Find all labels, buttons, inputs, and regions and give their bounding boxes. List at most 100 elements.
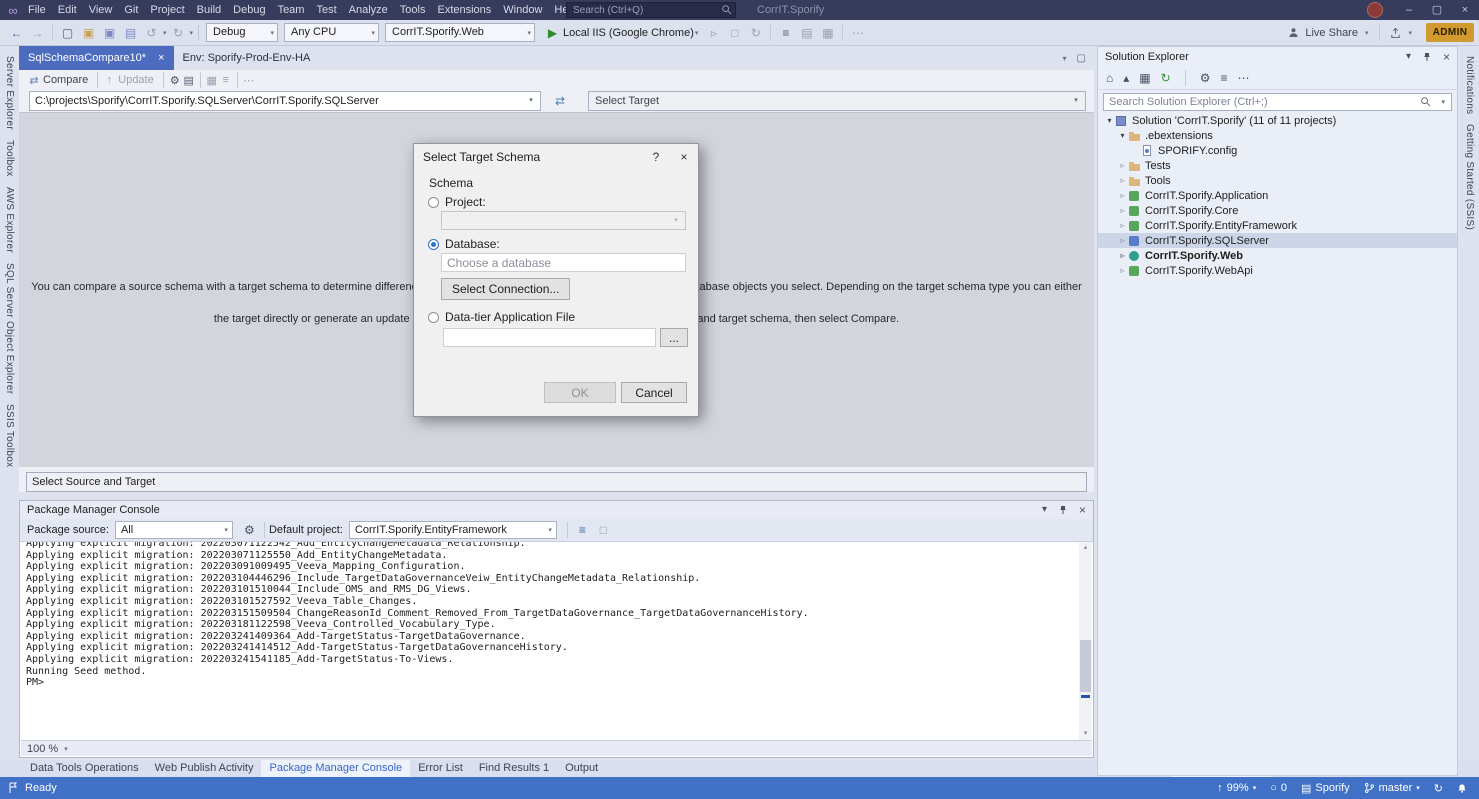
repository-indicator[interactable]: ▤ Sporify [1301,782,1350,795]
sync-icon[interactable]: ↻ [1434,782,1443,795]
redo-dropdown-icon[interactable]: ▾ [189,29,195,37]
tree-row[interactable]: Solution 'CorrIT.Sporify' (11 of 11 proj… [1098,113,1457,128]
close-tab-icon[interactable]: × [158,52,164,64]
tool-window-tab[interactable]: AWS Explorer [4,187,15,253]
show-all-files-icon[interactable]: ▦ [1139,71,1150,85]
tree-row[interactable]: CorrIT.Sporify.EntityFramework [1098,218,1457,233]
refresh-icon[interactable]: ↻ [1161,71,1171,85]
ok-button[interactable]: OK [544,382,616,403]
menu-item[interactable]: Project [144,4,190,16]
panel-tab[interactable]: Find Results 1 [471,760,557,777]
restart-icon[interactable]: ↻ [745,23,766,43]
expander-icon[interactable] [1117,266,1128,275]
branch-indicator[interactable]: master ▾ [1364,782,1420,794]
tree-row[interactable]: CorrIT.Sporify.WebApi [1098,263,1457,278]
menu-item[interactable]: Team [272,4,311,16]
search-options-icon[interactable]: ▾ [1441,98,1445,106]
clear-console-icon[interactable]: ≡ [572,520,593,540]
project-dropdown-disabled[interactable]: ▾ [441,211,686,230]
package-source-dropdown[interactable]: All ▾ [115,521,233,539]
update-button[interactable]: Update [118,74,153,86]
window-position-icon[interactable]: ▾ [1042,502,1047,518]
dialog-title-bar[interactable]: Select Target Schema ? × [414,144,698,170]
scroll-up-icon[interactable]: ▴ [1079,542,1092,554]
panel-tab[interactable]: Web Publish Activity [147,760,262,777]
expander-icon[interactable] [1117,251,1128,260]
startup-project-dropdown[interactable]: CorrIT.Sporify.Web▾ [385,23,535,42]
package-source-settings-gear-icon[interactable]: ⚙ [239,520,260,540]
home-icon[interactable]: ⌂ [1106,71,1113,85]
outline-icon[interactable]: ▦ [817,23,838,43]
tree-row[interactable]: Tools [1098,173,1457,188]
panel-tab[interactable]: Error List [410,760,471,777]
tool-window-tab[interactable]: Getting Started (SSIS) [1464,124,1475,230]
compare-button[interactable]: Compare [43,74,88,86]
menu-item[interactable]: View [83,4,119,16]
more-icon[interactable]: ⋯ [1237,71,1249,85]
tree-row[interactable]: Tests [1098,158,1457,173]
expander-icon[interactable] [1117,236,1128,245]
menu-item[interactable]: Tools [394,4,432,16]
undo-icon[interactable]: ↺ [141,23,162,43]
new-file-icon[interactable]: ▢ [57,23,78,43]
project-radio[interactable] [428,197,439,208]
compare-icon[interactable]: ⇄ [27,74,41,87]
menu-item[interactable]: File [22,4,52,16]
scroll-down-icon[interactable]: ▾ [1079,728,1092,740]
dacpac-radio[interactable] [428,312,439,323]
zoom-control[interactable]: 100 % ▾ [21,740,1092,756]
database-radio[interactable] [428,239,439,250]
save-icon[interactable]: ▣ [99,23,120,43]
source-schema-dropdown[interactable]: C:\projects\Sporify\CorrIT.Sporify.SQLSe… [29,91,541,111]
xml-doc-icon[interactable]: ▤ [796,23,817,43]
menu-item[interactable]: Window [497,4,548,16]
start-debugging-button[interactable]: ▶ Local IIS (Google Chrome) ▾ [542,23,699,43]
database-radio-row[interactable]: Database: [428,237,500,251]
stop-icon[interactable]: □ [724,23,745,43]
chevron-down-icon[interactable]: ▾ [1364,29,1370,37]
pending-changes[interactable]: ○ 0 [1270,782,1287,794]
tree-row[interactable]: CorrIT.Sporify.SQLServer [1098,233,1457,248]
database-input[interactable] [441,253,686,272]
navigate-back-icon[interactable]: ← [6,23,27,43]
pin-icon[interactable] [1422,52,1432,62]
panel-title-bar[interactable]: Solution Explorer ▾ × [1098,47,1457,67]
target-schema-dropdown[interactable]: Select Target ▾ [588,91,1086,111]
user-avatar[interactable] [1367,2,1383,18]
dacpac-file-input[interactable] [443,328,656,347]
tree-row[interactable]: SPORIFY.config [1098,143,1457,158]
expander-icon[interactable] [1117,221,1128,230]
dacpac-radio-row[interactable]: Data-tier Application File [428,310,575,324]
pin-icon[interactable] [1058,505,1068,515]
expander-icon[interactable] [1117,131,1128,140]
tool-window-tab[interactable]: SQL Server Object Explorer [4,263,15,394]
solution-search-input[interactable] [1103,93,1452,111]
redo-icon[interactable]: ↻ [168,23,189,43]
float-window-icon[interactable]: ▢ [1077,53,1086,64]
tool-window-tab[interactable]: Toolbox [4,140,15,177]
close-dialog-button[interactable]: × [670,144,698,170]
menu-item[interactable]: Extensions [431,4,497,16]
swap-source-target-icon[interactable]: ⇄ [550,92,570,110]
minimize-button[interactable]: – [1395,0,1423,20]
expander-icon[interactable] [1104,116,1115,125]
more-options-icon[interactable]: ⋯ [242,74,256,87]
preview-icon[interactable]: ≡ [1220,71,1227,85]
live-share-person-icon[interactable] [1288,27,1299,38]
tool-window-tab[interactable]: Notifications [1464,56,1475,114]
generate-script-icon[interactable]: ▤ [182,74,196,87]
properties-gear-icon[interactable]: ⚙ [1200,71,1211,85]
panel-tab[interactable]: Output [557,760,606,777]
compare-options-gear-icon[interactable]: ⚙ [168,74,182,87]
tree-row[interactable]: CorrIT.Sporify.Web [1098,248,1457,263]
tree-row[interactable]: CorrIT.Sporify.Core [1098,203,1457,218]
active-files-dropdown-icon[interactable]: ▾ [1062,54,1068,63]
close-window-button[interactable]: × [1451,0,1479,20]
save-all-icon[interactable]: ▤ [120,23,141,43]
quick-search-input[interactable] [566,2,736,18]
publish-status[interactable]: ↑ 99% ▾ [1217,782,1256,794]
menu-item[interactable]: Edit [52,4,83,16]
panel-tab[interactable]: Package Manager Console [261,760,410,777]
expander-icon[interactable] [1117,191,1128,200]
maximize-button[interactable]: ▢ [1423,0,1451,20]
